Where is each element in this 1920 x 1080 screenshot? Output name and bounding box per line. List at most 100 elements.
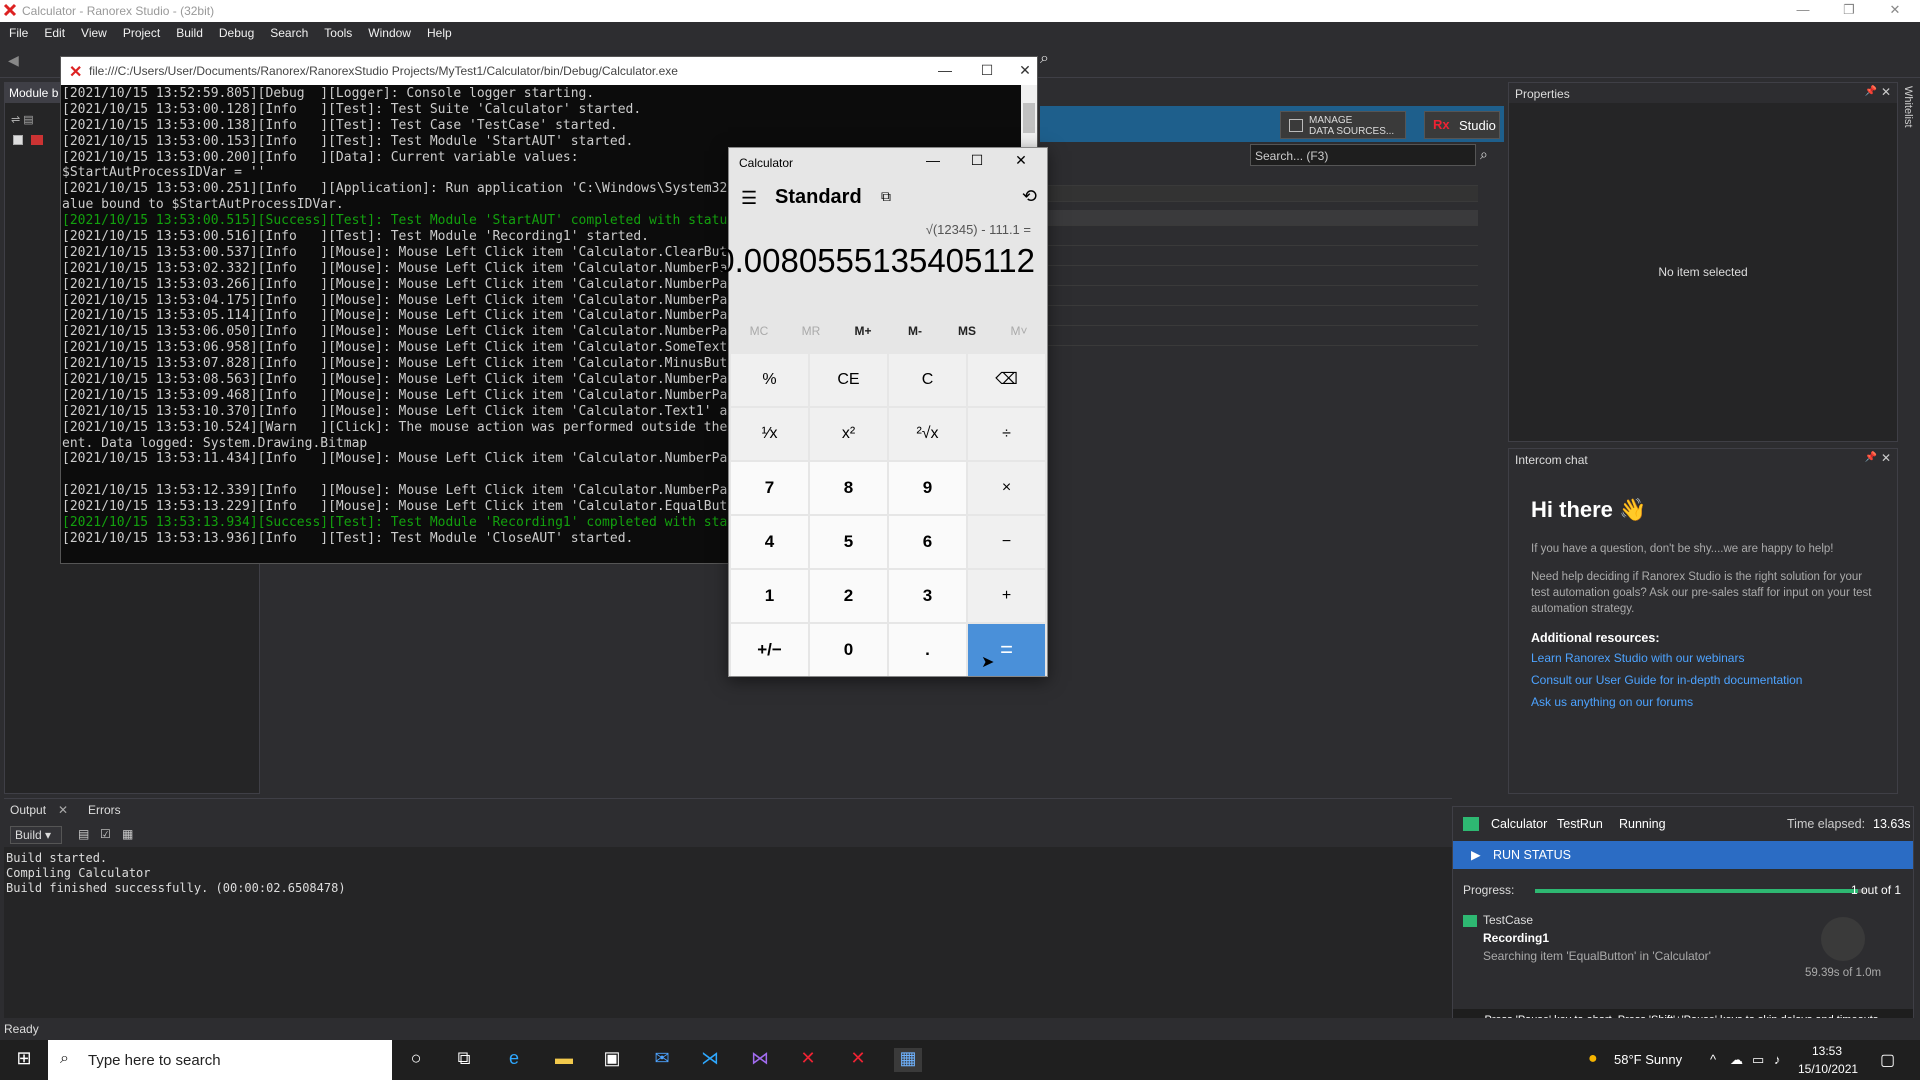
grid-row[interactable] (1048, 310, 1478, 326)
wrap-icon[interactable]: ▦ (122, 827, 133, 841)
menu-project[interactable]: Project (114, 22, 167, 40)
scroll-thumb[interactable] (1023, 103, 1035, 133)
hamburger-icon[interactable]: ☰ (741, 188, 757, 209)
menu-build[interactable]: Build (167, 22, 210, 40)
minimize-button[interactable]: — (911, 152, 955, 168)
grid-row[interactable] (1048, 270, 1478, 286)
grid-row[interactable] (1048, 230, 1478, 246)
digit-3-button[interactable]: 3 (889, 570, 966, 622)
manage-data-sources-button[interactable]: MANAGE DATA SOURCES... (1280, 111, 1406, 139)
windows-start-icon[interactable]: ⊞ (10, 1048, 38, 1072)
back-icon[interactable]: ◀ (8, 52, 19, 69)
menu-search[interactable]: Search (261, 22, 315, 40)
repository-search-input[interactable]: Search... (F3) (1250, 144, 1476, 166)
ranorex-runner-icon[interactable]: ✕ (844, 1048, 872, 1072)
close-button[interactable]: ✕ (999, 152, 1043, 169)
visual-studio-icon[interactable]: ⋈ (746, 1048, 774, 1072)
calculator-window[interactable]: Calculator — ☐ ✕ ☰ Standard ⧉ ⟲ √(12345)… (716, 147, 1048, 677)
digit-9-button[interactable]: 9 (889, 462, 966, 514)
tray-chevron-icon[interactable]: ^ (1710, 1052, 1716, 1067)
multiply-button[interactable]: × (968, 462, 1045, 514)
close-icon[interactable]: ✕ (58, 803, 68, 817)
square-root-button[interactable]: ²√x (889, 408, 966, 460)
digit-4-button[interactable]: 4 (731, 516, 808, 568)
memory-button[interactable]: M˅ (993, 324, 1045, 338)
run-status-bar[interactable]: ▶ RUN STATUS (1453, 841, 1913, 869)
grid-row[interactable] (1048, 210, 1478, 226)
memory-button[interactable]: MS (941, 324, 993, 338)
clear-button[interactable]: C (889, 354, 966, 406)
tab-output[interactable]: Output (10, 803, 46, 817)
clear-entry-button[interactable]: CE (810, 354, 887, 406)
taskbar-search-input[interactable]: ⌕ Type here to search (48, 1040, 392, 1080)
minimize-button[interactable]: — (1788, 2, 1818, 17)
edge-icon[interactable]: e (500, 1048, 528, 1072)
memory-button[interactable]: MR (785, 324, 837, 338)
maximize-button[interactable]: ☐ (955, 152, 999, 169)
clear-icon[interactable]: ▤ (78, 827, 89, 841)
studio-button[interactable]: Rx Studio (1424, 111, 1500, 139)
maximize-button[interactable]: ❐ (1834, 2, 1864, 18)
onedrive-icon[interactable]: ☁ (1730, 1052, 1743, 1068)
menu-debug[interactable]: Debug (210, 22, 261, 40)
close-button[interactable]: ✕ (1005, 62, 1045, 79)
close-icon[interactable]: ✕ (1881, 85, 1891, 99)
digit-0-button[interactable]: 0 (810, 624, 887, 676)
user-guide-link[interactable]: Consult our User Guide for in-depth docu… (1531, 673, 1802, 687)
memory-button[interactable]: M+ (837, 324, 889, 338)
grid-row[interactable] (1048, 170, 1478, 186)
forums-link[interactable]: Ask us anything on our forums (1531, 695, 1693, 709)
task-view-icon[interactable]: ⧉ (450, 1048, 478, 1072)
equals-button[interactable]: = (968, 624, 1045, 676)
tree-expand-icon[interactable] (13, 135, 23, 145)
webinars-link[interactable]: Learn Ranorex Studio with our webinars (1531, 651, 1744, 665)
menu-file[interactable]: File (0, 22, 35, 40)
clock-date[interactable]: 15/10/2021 (1798, 1062, 1858, 1076)
divide-button[interactable]: ÷ (968, 408, 1045, 460)
maximize-button[interactable]: ☐ (967, 62, 1007, 79)
grid-row[interactable] (1048, 186, 1478, 202)
file-explorer-icon[interactable]: ▬ (550, 1048, 578, 1072)
clock-time[interactable]: 13:53 (1812, 1044, 1842, 1058)
digit-8-button[interactable]: 8 (810, 462, 887, 514)
grid-row[interactable] (1048, 250, 1478, 266)
store-icon[interactable]: ▣ (598, 1048, 626, 1072)
cortana-icon[interactable]: ○ (402, 1048, 430, 1072)
history-icon[interactable]: ⟲ (1022, 186, 1037, 207)
grid-row[interactable] (1048, 290, 1478, 306)
weather-text[interactable]: 58°F Sunny (1614, 1052, 1682, 1067)
output-source-select[interactable]: Build ▾ (10, 826, 62, 844)
mail-icon[interactable]: ✉ (648, 1048, 676, 1072)
digit-5-button[interactable]: 5 (810, 516, 887, 568)
volume-icon[interactable]: ♪ (1774, 1052, 1781, 1067)
digit-2-button[interactable]: 2 (810, 570, 887, 622)
close-button[interactable]: ✕ (1880, 2, 1910, 18)
percent-button[interactable]: % (731, 354, 808, 406)
digit-7-button[interactable]: 7 (731, 462, 808, 514)
menu-help[interactable]: Help (418, 22, 459, 40)
pin-icon[interactable]: 📌 (1865, 452, 1877, 463)
reciprocal-button[interactable]: ¹⁄x (731, 408, 808, 460)
close-icon[interactable]: ✕ (1881, 451, 1891, 465)
add-button[interactable]: + (968, 570, 1045, 622)
check-icon[interactable]: ☑ (100, 827, 111, 841)
decimal-button[interactable]: . (889, 624, 966, 676)
digit-1-button[interactable]: 1 (731, 570, 808, 622)
minimize-button[interactable]: — (925, 62, 965, 78)
keep-on-top-icon[interactable]: ⧉ (881, 188, 891, 205)
menu-edit[interactable]: Edit (35, 22, 72, 40)
negate-button[interactable]: +/− (731, 624, 808, 676)
memory-button[interactable]: MC (733, 324, 785, 338)
notifications-icon[interactable]: ▢ (1880, 1050, 1895, 1070)
pin-icon[interactable]: 📌 (1865, 86, 1877, 97)
backspace-button[interactable]: ⌫ (968, 354, 1045, 406)
module-browser-tab[interactable]: Module b (5, 83, 65, 103)
memory-button[interactable]: M- (889, 324, 941, 338)
grid-row[interactable] (1048, 330, 1478, 346)
network-icon[interactable]: ▭ (1752, 1052, 1764, 1068)
tree-toolbar-icons[interactable]: ⇌ ▤ (11, 113, 34, 126)
search-icon[interactable]: ⌕ (1480, 146, 1498, 164)
menu-window[interactable]: Window (359, 22, 418, 40)
calculator-taskbar-icon[interactable]: ▦ (894, 1048, 922, 1072)
digit-6-button[interactable]: 6 (889, 516, 966, 568)
